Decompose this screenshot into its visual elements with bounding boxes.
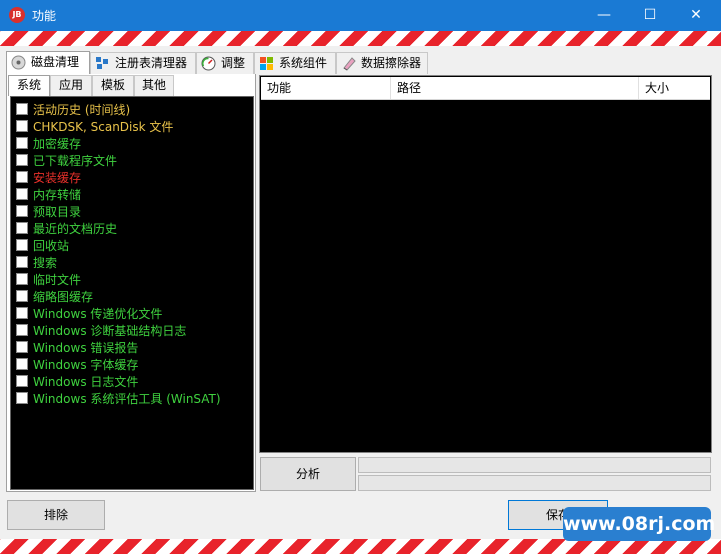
- item-checkbox[interactable]: [16, 222, 28, 234]
- progress-bar-bottom: [358, 475, 711, 491]
- results-panel: 功能 路径 大小: [259, 75, 712, 453]
- item-checkbox[interactable]: [16, 273, 28, 285]
- item-label: 最近的文档历史: [33, 222, 118, 236]
- title-bar: JB 功能 — ☐ ✕: [0, 0, 721, 31]
- progress-bar-top: [358, 457, 711, 473]
- exclude-button[interactable]: 排除: [7, 500, 105, 530]
- maximize-button[interactable]: ☐: [627, 0, 673, 31]
- tab-label: 数据擦除器: [361, 56, 422, 70]
- item-checkbox[interactable]: [16, 392, 28, 404]
- subtab-templates[interactable]: 模板: [92, 75, 134, 96]
- item-label: 活动历史 (时间线): [33, 103, 131, 117]
- item-label: 搜索: [33, 256, 58, 270]
- watermark-logo: www.08rj.com: [563, 507, 715, 541]
- windows-icon: [260, 57, 273, 70]
- item-label: Windows 系统评估工具 (WinSAT): [33, 392, 221, 406]
- tab-disk-cleanup[interactable]: 磁盘清理: [6, 51, 90, 74]
- tab-label: 注册表清理器: [115, 56, 188, 70]
- item-label: 加密缓存: [33, 137, 82, 151]
- item-checkbox[interactable]: [16, 341, 28, 353]
- minimize-button[interactable]: —: [581, 0, 627, 31]
- top-stripe-decoration: [0, 31, 721, 46]
- tab-tweaks[interactable]: 调整: [196, 52, 254, 74]
- item-label: 临时文件: [33, 273, 82, 287]
- item-checkbox[interactable]: [16, 290, 28, 302]
- item-label: CHKDSK, ScanDisk 文件: [33, 120, 174, 134]
- tab-registry-cleaner[interactable]: 注册表清理器: [90, 52, 196, 74]
- item-label: 缩略图缓存: [33, 290, 94, 304]
- item-label: 内存转储: [33, 188, 82, 202]
- analyze-button[interactable]: 分析: [260, 457, 356, 491]
- item-checkbox[interactable]: [16, 358, 28, 370]
- registry-icon: [96, 57, 108, 69]
- item-checkbox[interactable]: [16, 171, 28, 183]
- item-checkbox[interactable]: [16, 256, 28, 268]
- item-checkbox[interactable]: [16, 307, 28, 319]
- tab-data-shredder[interactable]: 数据擦除器: [336, 52, 428, 74]
- item-checkbox[interactable]: [16, 205, 28, 217]
- item-label: Windows 诊断基础结构日志: [33, 324, 187, 338]
- tab-label: 调整: [221, 56, 246, 70]
- tab-label: 磁盘清理: [31, 55, 80, 69]
- item-checkbox[interactable]: [16, 154, 28, 166]
- subtab-other[interactable]: 其他: [134, 75, 174, 96]
- eraser-icon: [343, 57, 356, 71]
- column-header-size[interactable]: 大小: [639, 77, 710, 99]
- window-title: 功能: [32, 9, 57, 23]
- item-checkbox[interactable]: [16, 103, 28, 115]
- item-checkbox[interactable]: [16, 188, 28, 200]
- item-label: 预取目录: [33, 205, 82, 219]
- item-label: 已下载程序文件: [33, 154, 118, 168]
- item-checkbox[interactable]: [16, 137, 28, 149]
- subtab-apps[interactable]: 应用: [50, 75, 92, 96]
- item-label: Windows 错误报告: [33, 341, 139, 355]
- close-button[interactable]: ✕: [673, 0, 719, 31]
- subtab-system[interactable]: 系统: [8, 75, 50, 96]
- item-label: Windows 日志文件: [33, 375, 139, 389]
- item-checkbox[interactable]: [16, 375, 28, 387]
- disk-icon: [11, 55, 26, 70]
- column-header-feature[interactable]: 功能: [261, 77, 391, 99]
- item-checkbox[interactable]: [16, 324, 28, 336]
- item-label: 安装缓存: [33, 171, 82, 185]
- item-checkbox[interactable]: [16, 120, 28, 132]
- cleanup-item-list: 活动历史 (时间线) CHKDSK, ScanDisk 文件 加密缓存 已下载程…: [10, 96, 254, 490]
- item-label: 回收站: [33, 239, 70, 253]
- gauge-icon: [201, 56, 216, 71]
- bottom-stripe-decoration: [0, 539, 721, 554]
- results-table-header: 功能 路径 大小: [261, 77, 710, 100]
- tab-label: 系统组件: [279, 56, 328, 70]
- tab-system-components[interactable]: 系统组件: [254, 52, 336, 74]
- item-checkbox[interactable]: [16, 239, 28, 251]
- app-icon: JB: [9, 7, 25, 23]
- item-label: Windows 字体缓存: [33, 358, 139, 372]
- item-label: Windows 传递优化文件: [33, 307, 163, 321]
- column-header-path[interactable]: 路径: [391, 77, 639, 99]
